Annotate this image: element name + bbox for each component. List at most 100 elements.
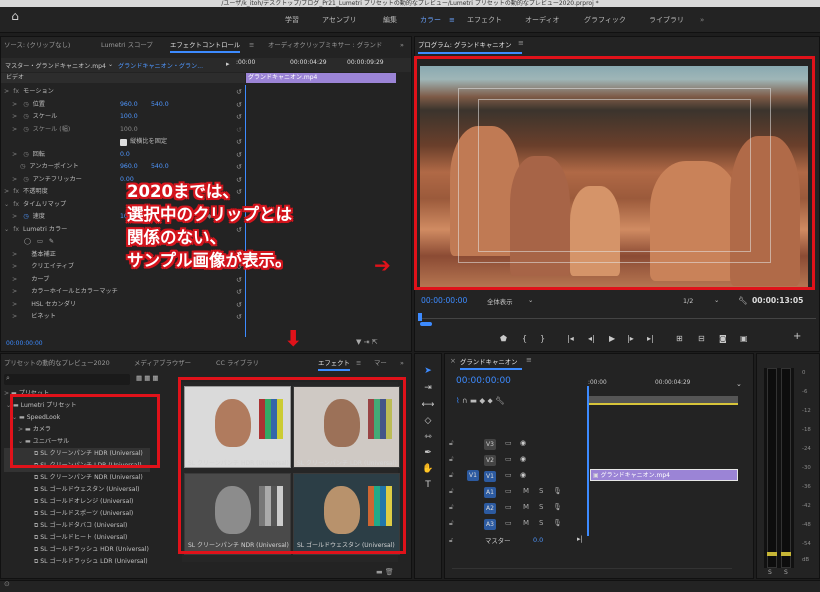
lock-icon[interactable]: 🔓︎ bbox=[449, 439, 454, 448]
reset-icon[interactable]: ↺ bbox=[236, 311, 244, 324]
hand-tool-icon[interactable]: ✋ bbox=[421, 464, 435, 474]
chevron-down-icon[interactable]: ⌄ bbox=[714, 296, 719, 304]
effect-row-uniform-scale[interactable]: 縦横比を固定 ↺ bbox=[4, 136, 244, 149]
effect-row-curves[interactable]: > カーブ ↺ bbox=[4, 274, 244, 287]
timeline-playhead[interactable] bbox=[587, 386, 589, 536]
effect-row-rotation[interactable]: > ◷ 回転 0.0 ↺ bbox=[4, 149, 244, 162]
lock-icon[interactable]: 🔓︎ bbox=[449, 503, 454, 512]
step-back-icon[interactable]: ◂| bbox=[588, 334, 595, 343]
sync-lock-icon[interactable]: ▭ bbox=[505, 503, 512, 511]
overflow-icon[interactable]: » bbox=[400, 38, 404, 52]
workspace-audio[interactable]: オーディオ bbox=[525, 7, 560, 33]
workspace-effects[interactable]: エフェクト bbox=[467, 7, 502, 33]
reset-icon[interactable]: ↺ bbox=[236, 111, 244, 124]
source-patch-v1[interactable]: V1 bbox=[467, 470, 479, 481]
chevron-down-icon[interactable]: ⌄ bbox=[108, 61, 113, 68]
tree-folder-presets[interactable]: > ▬ プリセット bbox=[4, 388, 49, 400]
tree-preset-gold-heat[interactable]: ⧉ SL ゴールドヒート (Universal) bbox=[4, 532, 127, 544]
mute-button[interactable]: M bbox=[523, 519, 529, 527]
export-frame-icon[interactable]: ◙ bbox=[719, 334, 727, 343]
tab-effect-controls[interactable]: エフェクトコントロール bbox=[170, 38, 241, 53]
play-icon[interactable]: ▶ bbox=[609, 334, 615, 343]
tab-lumetri-scopes[interactable]: Lumetri スコープ bbox=[101, 38, 153, 52]
master-track-value[interactable]: 0.0 bbox=[533, 536, 543, 544]
playhead-wrench-icon[interactable]: ⌄ bbox=[736, 380, 742, 388]
step-forward-icon[interactable]: |▸ bbox=[627, 334, 634, 343]
comparison-view-icon[interactable]: ▣ bbox=[740, 334, 748, 343]
tab-source[interactable]: ソース: (クリップなし) bbox=[4, 38, 70, 52]
new-folder-icon[interactable]: ▬ 🗑︎ bbox=[376, 568, 394, 576]
microphone-icon[interactable]: 🎙︎ bbox=[553, 487, 562, 495]
timeline-clip[interactable]: ▣ グランドキャニオン.mp4 bbox=[590, 469, 738, 481]
track-label-v3[interactable]: V3 bbox=[484, 439, 496, 450]
ec-clip-bar[interactable]: グランドキャニオン.mp4 bbox=[246, 73, 396, 83]
sync-lock-icon[interactable]: ▭ bbox=[505, 487, 512, 495]
lock-icon[interactable]: 🔓︎ bbox=[449, 519, 454, 528]
solo-button[interactable]: S bbox=[539, 503, 543, 511]
zoom-handle[interactable] bbox=[420, 322, 432, 326]
tab-audio-clip-mixer[interactable]: オーディオクリップミキサー : グランド bbox=[268, 38, 382, 52]
go-to-out-icon[interactable]: ▸| bbox=[647, 334, 654, 343]
effect-row-vignette[interactable]: > ビネット ↺ bbox=[4, 311, 244, 324]
timeline-timecode[interactable]: 00:00:00:00 bbox=[456, 376, 511, 386]
tree-preset-cleanpunch-hdr[interactable]: ⧉ SL クリーンパンチ HDR (Universal) bbox=[4, 448, 150, 460]
reset-icon[interactable]: ↺ bbox=[236, 161, 244, 174]
lock-icon[interactable]: 🔓︎ bbox=[449, 471, 454, 480]
lock-icon[interactable]: 🔓︎ bbox=[449, 536, 453, 545]
filter-icon[interactable]: ▼ ⇥ ⇱ bbox=[356, 338, 378, 346]
workspace-menu-icon[interactable]: ≡ bbox=[449, 7, 455, 33]
effect-row-scale-width[interactable]: > ◷ スケール (幅) 100.0 ↺ bbox=[4, 124, 244, 137]
microphone-icon[interactable]: 🎙︎ bbox=[553, 503, 562, 511]
solo-button[interactable]: S bbox=[539, 487, 543, 495]
mute-button[interactable]: M bbox=[523, 487, 529, 495]
master-go-to-end-icon[interactable]: ▸| bbox=[577, 535, 583, 543]
track-label-a2[interactable]: A2 bbox=[484, 503, 496, 514]
add-button-icon[interactable]: + bbox=[793, 331, 801, 342]
preset-thumb-cleanpunch-ldr[interactable] bbox=[293, 386, 400, 468]
track-select-icon[interactable]: ⇥ bbox=[421, 383, 435, 393]
track-label-v1[interactable]: V1 bbox=[484, 471, 496, 482]
lock-icon[interactable]: 🔓︎ bbox=[449, 487, 454, 496]
reset-icon[interactable]: ↺ bbox=[236, 136, 244, 149]
workspace-learn[interactable]: 学習 bbox=[285, 7, 299, 33]
reset-icon[interactable]: ↺ bbox=[236, 274, 244, 287]
effect-row-scale[interactable]: > ◷ スケール 100.0 ↺ bbox=[4, 111, 244, 124]
tab-markers[interactable]: マー bbox=[374, 356, 387, 370]
type-tool-icon[interactable]: T bbox=[421, 480, 435, 490]
workspace-overflow-icon[interactable]: » bbox=[700, 7, 704, 33]
reset-icon[interactable]: ↺ bbox=[236, 99, 244, 112]
lift-icon[interactable]: ⊞ bbox=[676, 334, 683, 343]
effect-row-colorwheels[interactable]: > カラーホイールとカラーマッチ ↺ bbox=[4, 286, 244, 299]
overflow-icon[interactable]: » bbox=[400, 356, 404, 370]
sequence-clip-label[interactable]: グランドキャニオン・グラン... bbox=[118, 61, 203, 70]
reset-icon[interactable]: ↺ bbox=[236, 299, 244, 312]
effect-row-position[interactable]: > ◷ 位置 960.0 540.0 ↺ bbox=[4, 99, 244, 112]
panel-menu-icon[interactable]: ≡ bbox=[356, 356, 361, 370]
master-clip-label[interactable]: マスター・グランドキャニオン.mp4 bbox=[5, 61, 106, 70]
tree-folder-lumetri-presets[interactable]: ⌄ ▬ Lumetri プリセット bbox=[4, 400, 77, 412]
tree-preset-cleanpunch-ndr[interactable]: ⧉ SL クリーンパンチ NDR (Universal) bbox=[4, 472, 143, 484]
ellipse-mask-icon[interactable]: ◯ bbox=[24, 238, 31, 245]
tree-preset-gold-western[interactable]: ⧉ SL ゴールドウェスタン (Universal) bbox=[4, 484, 140, 496]
reset-icon[interactable]: ↺ bbox=[236, 149, 244, 162]
lock-icon[interactable]: 🔓︎ bbox=[449, 455, 454, 464]
track-label-a3[interactable]: A3 bbox=[484, 519, 496, 530]
chevron-down-icon[interactable]: ⌄ bbox=[528, 296, 533, 304]
eye-icon[interactable]: ◉ bbox=[520, 439, 526, 447]
extract-icon[interactable]: ⊟ bbox=[698, 334, 705, 343]
mark-in-icon[interactable]: { bbox=[522, 334, 527, 343]
wrench-icon[interactable]: 🔧︎ bbox=[738, 296, 748, 305]
effect-row-hsl[interactable]: > HSL セカンダリ ↺ bbox=[4, 299, 244, 312]
play-icon[interactable]: ▸ bbox=[226, 60, 230, 68]
uniform-scale-checkbox[interactable] bbox=[120, 139, 127, 146]
microphone-icon[interactable]: 🎙︎ bbox=[553, 519, 562, 527]
workspace-graphics[interactable]: グラフィック bbox=[584, 7, 626, 33]
close-icon[interactable]: × bbox=[450, 357, 456, 365]
panel-menu-icon[interactable]: ≡ bbox=[249, 38, 254, 52]
track-label-a1[interactable]: A1 bbox=[484, 487, 496, 498]
program-timecode[interactable]: 00:00:00:00 bbox=[421, 296, 467, 305]
ripple-edit-icon[interactable]: ⟷ bbox=[421, 400, 435, 410]
program-video-frame[interactable] bbox=[420, 66, 808, 287]
slip-tool-icon[interactable]: ⇿ bbox=[421, 432, 435, 442]
tree-folder-speedlook[interactable]: ⌄ ▬ SpeedLook bbox=[4, 412, 60, 424]
